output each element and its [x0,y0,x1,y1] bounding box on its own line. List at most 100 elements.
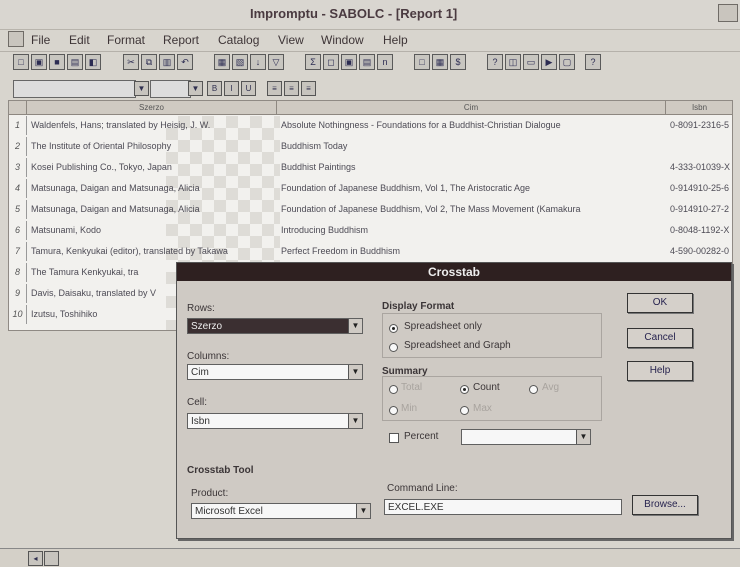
product-select[interactable]: Microsoft Excel ▼ [191,503,371,519]
summary-total-radio[interactable] [389,385,398,394]
rows-select[interactable]: Szerzo ▼ [187,318,363,334]
undo-icon[interactable]: ↶ [177,54,193,70]
sum-icon[interactable]: Σ [305,54,321,70]
cancel-button[interactable]: Cancel [627,328,693,348]
print-icon[interactable]: ▤ [67,54,83,70]
row-number[interactable]: 7 [9,242,27,261]
chevron-down-icon[interactable]: ▼ [576,430,590,444]
percent-checkbox[interactable] [389,433,399,443]
bold-icon[interactable]: B [207,81,222,96]
summary-min-radio[interactable] [389,406,398,415]
run-icon[interactable]: ▶ [541,54,557,70]
stop-icon[interactable]: ▢ [559,54,575,70]
cell-cim[interactable]: Buddhist Paintings [277,158,666,177]
summary-count-label[interactable]: Count [473,382,500,393]
cell-isbn[interactable]: 0-914910-27-2 [666,200,732,219]
preview-icon[interactable]: ◧ [85,54,101,70]
menu-format[interactable]: Format [107,33,145,47]
row-number[interactable]: 3 [9,158,27,177]
crosstab-icon[interactable]: □ [414,54,430,70]
cell-cim[interactable]: Buddhism Today [277,137,666,156]
cell-cim[interactable]: Introducing Buddhism [277,221,666,240]
form-icon[interactable]: ▣ [341,54,357,70]
grid-icon[interactable]: ▤ [359,54,375,70]
row-number[interactable]: 10 [9,305,27,324]
percent-label[interactable]: Percent [404,431,438,442]
menu-edit[interactable]: Edit [69,33,90,47]
chevron-down-icon[interactable]: ▼ [348,319,362,333]
chevron-down-icon[interactable]: ▼ [348,365,362,379]
columns-select[interactable]: Cim ▼ [187,364,363,380]
cut-icon[interactable]: ✂ [123,54,139,70]
menu-window[interactable]: Window [321,33,364,47]
chevron-down-icon[interactable]: ▼ [356,504,370,518]
cell-szerzo[interactable]: Matsunami, Kodo [27,221,277,240]
copy-icon[interactable]: ⧉ [141,54,157,70]
menu-view[interactable]: View [278,33,304,47]
cell-szerzo[interactable]: Kosei Publishing Co., Tokyo, Japan [27,158,277,177]
spreadsheet-only-label[interactable]: Spreadsheet only [404,321,482,332]
cell-cim[interactable]: Perfect Freedom in Buddhism [277,242,666,261]
spreadsheet-graph-label[interactable]: Spreadsheet and Graph [404,340,511,351]
row-number[interactable]: 1 [9,116,27,135]
chart-icon[interactable]: n [377,54,393,70]
cell-szerzo[interactable]: Matsunaga, Daigan and Matsunaga, Alicia [27,179,277,198]
new-report-icon[interactable]: □ [13,54,29,70]
cell-szerzo[interactable]: The Institute of Oriental Philosophy [27,137,277,156]
font-size-dropdown-arrow[interactable]: ▼ [188,81,203,96]
font-size-box[interactable] [150,80,191,98]
cell-isbn[interactable] [666,137,732,156]
font-dropdown-arrow[interactable]: ▼ [134,81,149,96]
filter-icon[interactable]: ▽ [268,54,284,70]
column-header-szerzo[interactable]: Szerzo [27,101,277,115]
italic-icon[interactable]: I [224,81,239,96]
browse-button[interactable]: Browse... [632,495,698,515]
cell-select[interactable]: Isbn ▼ [187,413,363,429]
menu-catalog[interactable]: Catalog [218,33,259,47]
font-name-box[interactable] [13,80,136,98]
column-header-cim[interactable]: Cim [277,101,666,115]
menu-report[interactable]: Report [163,33,199,47]
align-left-icon[interactable]: ≡ [267,81,282,96]
underline-icon[interactable]: U [241,81,256,96]
summary-max-radio[interactable] [460,406,469,415]
align-right-icon[interactable]: ≡ [301,81,316,96]
row-number[interactable]: 6 [9,221,27,240]
dollar-icon[interactable]: $ [450,54,466,70]
copy-report-icon[interactable]: ▭ [523,54,539,70]
align-center-icon[interactable]: ≡ [284,81,299,96]
table-icon[interactable]: ▦ [214,54,230,70]
column-header-isbn[interactable]: Isbn [666,101,732,115]
spreadsheet-only-radio[interactable] [389,324,398,333]
percent-select[interactable]: ▼ [461,429,591,445]
help-button[interactable]: Help [627,361,693,381]
scroll-thumb[interactable] [44,551,59,566]
menu-help[interactable]: Help [383,33,408,47]
cell-cim[interactable]: Absolute Nothingness - Foundations for a… [277,116,666,135]
cell-szerzo[interactable]: Waldenfels, Hans; translated by Heisig, … [27,116,277,135]
command-line-input[interactable]: EXCEL.EXE [384,499,622,515]
row-number[interactable]: 2 [9,137,27,156]
cell-szerzo[interactable]: Matsunaga, Daigan and Matsunaga, Alicia [27,200,277,219]
menu-file[interactable]: File [31,33,50,47]
row-number[interactable]: 4 [9,179,27,198]
maximize-button[interactable] [718,4,738,22]
calendar-icon[interactable]: ▦ [432,54,448,70]
database-icon[interactable]: ◫ [505,54,521,70]
cell-cim[interactable]: Foundation of Japanese Buddhism, Vol 2, … [277,200,666,219]
cell-isbn[interactable]: 0-8048-1192-X [666,221,732,240]
row-number[interactable]: 8 [9,263,27,282]
cell-isbn[interactable]: 4-333-01039-X [666,158,732,177]
summary-avg-radio[interactable] [529,385,538,394]
cell-isbn[interactable]: 0-914910-25-6 [666,179,732,198]
check-help-icon[interactable]: ? [487,54,503,70]
cell-szerzo[interactable]: Tamura, Kenkyukai (editor), translated b… [27,242,277,261]
sort-icon[interactable]: ↓ [250,54,266,70]
help-icon[interactable]: ? [585,54,601,70]
row-number[interactable]: 5 [9,200,27,219]
cell-cim[interactable]: Foundation of Japanese Buddhism, Vol 1, … [277,179,666,198]
row-number[interactable]: 9 [9,284,27,303]
system-menu-icon[interactable] [8,31,24,47]
cell-isbn[interactable]: 4-590-00282-0 [666,242,732,261]
save-icon[interactable]: ■ [49,54,65,70]
